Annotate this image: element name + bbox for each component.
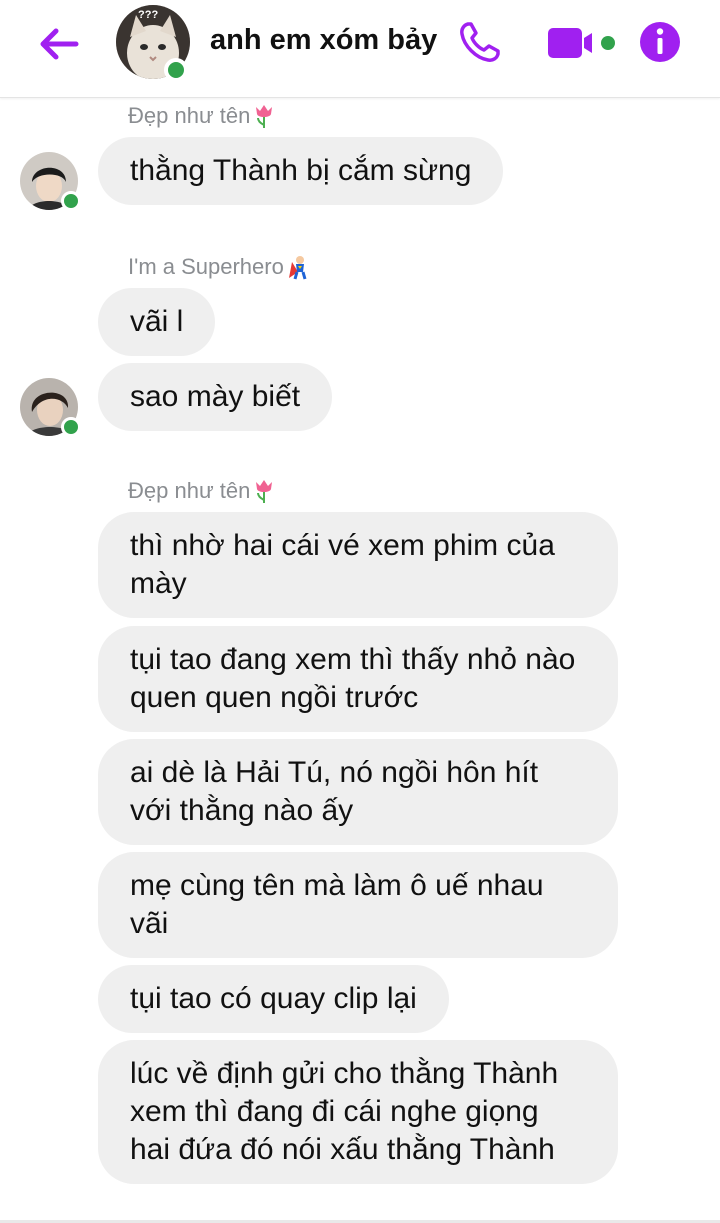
online-status-dot	[61, 191, 81, 211]
online-status-dot	[164, 58, 188, 82]
message-bubble[interactable]: mẹ cùng tên mà làm ô uế nhau vãi	[98, 852, 618, 958]
phone-icon[interactable]	[458, 20, 502, 64]
message-bubble[interactable]: sao mày biết	[98, 363, 333, 431]
video-camera-icon[interactable]	[546, 24, 618, 62]
online-status-dot	[61, 417, 81, 437]
message-bubble[interactable]: tụi tao đang xem thì thấy nhỏ nào quen q…	[98, 626, 618, 732]
tulip-emoji-icon	[256, 480, 273, 503]
message-bubble[interactable]: tụi tao có quay clip lại	[98, 965, 449, 1033]
superhero-emoji-icon	[288, 256, 307, 280]
sender-name: Đẹp như tên	[128, 478, 276, 504]
chat-header: ??? anh em xóm bảy	[0, 0, 720, 98]
sender-name: Đẹp như tên	[128, 103, 276, 129]
message-bubble[interactable]: vãi l	[98, 288, 216, 356]
back-arrow-icon[interactable]	[36, 22, 80, 66]
message-bubble[interactable]: thì nhờ hai cái vé xem phim của mày	[98, 512, 618, 618]
svg-text:???: ???	[138, 9, 158, 21]
tulip-emoji-icon	[256, 105, 273, 128]
conversation-title[interactable]: anh em xóm bảy	[210, 24, 437, 57]
message-bubble[interactable]: ai dè là Hải Tú, nó ngồi hôn hít với thằ…	[98, 739, 618, 845]
info-icon[interactable]	[638, 20, 682, 64]
sender-name: I'm a Superhero	[128, 254, 310, 280]
message-bubble[interactable]: lúc về định gửi cho thằng Thành xem thì …	[98, 1040, 618, 1184]
message-bubble[interactable]: thằng Thành bị cắm sừng	[98, 137, 504, 205]
